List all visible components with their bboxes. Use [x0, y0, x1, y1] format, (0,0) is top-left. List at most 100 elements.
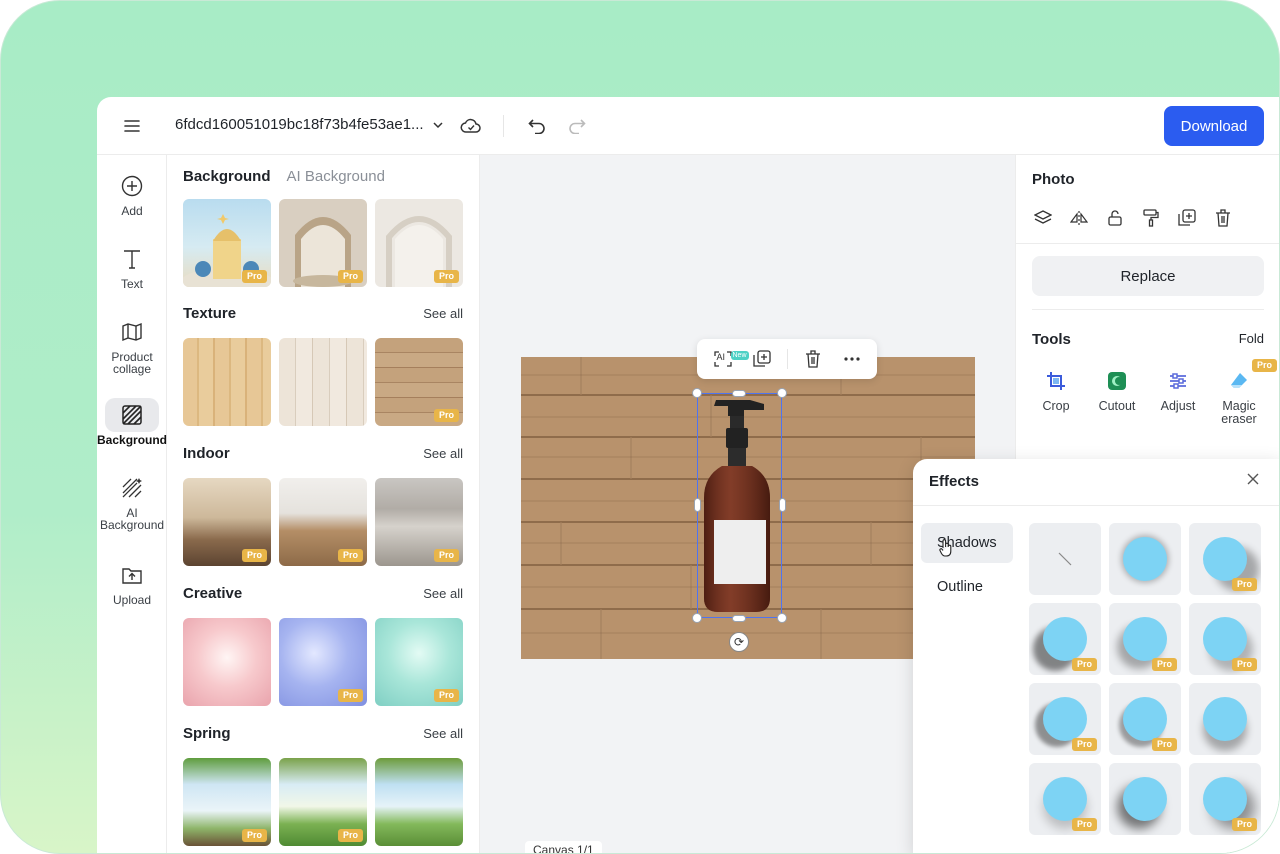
tab-shadows[interactable]: Shadows — [921, 523, 1013, 563]
close-icon[interactable] — [1245, 471, 1261, 487]
rail-item-upload[interactable]: Upload — [97, 558, 167, 606]
resize-handle[interactable] — [777, 388, 787, 398]
see-all-link[interactable]: See all — [423, 446, 463, 461]
adjust-icon — [1166, 369, 1190, 393]
section-title: Spring — [183, 725, 231, 742]
rotate-handle-icon[interactable]: ⟳ — [729, 632, 749, 652]
selection-box[interactable] — [697, 393, 782, 618]
duplicate-icon[interactable] — [1176, 207, 1198, 229]
canvas-page-indicator[interactable]: Canvas 1/1 — [525, 841, 602, 853]
resize-handle[interactable] — [692, 613, 702, 623]
pro-badge: Pro — [1231, 578, 1257, 591]
shadow-preset[interactable] — [1109, 523, 1181, 595]
toolbar-divider — [786, 349, 788, 369]
see-all-link[interactable]: See all — [423, 306, 463, 321]
see-all-link[interactable]: See all — [423, 586, 463, 601]
tab-label: Outline — [937, 579, 983, 595]
background-thumb[interactable]: Pro — [375, 199, 463, 287]
background-thumb[interactable] — [375, 758, 463, 846]
shadow-preset[interactable]: Pro — [1189, 523, 1261, 595]
shadow-preset[interactable]: Pro — [1109, 683, 1181, 755]
background-thumb[interactable]: Pro — [375, 478, 463, 566]
flip-icon[interactable] — [1068, 207, 1090, 229]
shadow-presets-grid: Pro Pro Pro Pro Pro Pro Pro Pro — [1029, 523, 1261, 835]
fold-link[interactable]: Fold — [1239, 331, 1264, 348]
background-thumb[interactable]: Pro — [375, 618, 463, 706]
see-all-link[interactable]: See all — [423, 726, 463, 741]
ai-tool-button[interactable]: AI New — [709, 345, 749, 373]
shadow-preset[interactable]: Pro — [1189, 603, 1261, 675]
shadow-preset[interactable]: Pro — [1029, 603, 1101, 675]
shadow-preset[interactable]: Pro — [1029, 683, 1101, 755]
resize-handle[interactable] — [777, 613, 787, 623]
replace-button[interactable]: Replace — [1032, 256, 1264, 296]
rail-item-label: Background — [97, 433, 168, 447]
shadow-preset[interactable] — [1109, 763, 1181, 835]
background-thumb[interactable]: Pro — [279, 618, 367, 706]
file-name-dropdown[interactable]: 6fdcd160051019bc18f73b4fe53ae1... — [175, 116, 444, 133]
duplicate-icon[interactable] — [748, 345, 776, 373]
layers-icon[interactable] — [1032, 207, 1054, 229]
file-name: 6fdcd160051019bc18f73b4fe53ae1... — [175, 116, 424, 133]
background-thumb[interactable] — [183, 338, 271, 426]
more-icon[interactable] — [838, 345, 866, 373]
background-thumb[interactable]: Pro — [183, 758, 271, 846]
section-header-creative: Creative See all — [183, 585, 463, 602]
rail-item-add[interactable]: Add — [97, 169, 167, 217]
pro-badge: Pro — [241, 270, 267, 283]
cloud-sync-icon[interactable] — [459, 114, 483, 138]
rail-item-text[interactable]: Text — [97, 242, 167, 290]
background-thumb[interactable]: Pro — [279, 199, 367, 287]
rail-item-label: Upload — [112, 593, 152, 607]
text-icon — [115, 242, 149, 276]
tool-crop[interactable]: Crop — [1026, 369, 1086, 413]
section-title: Creative — [183, 585, 243, 602]
background-thumb[interactable] — [279, 338, 367, 426]
rail-item-product-collage[interactable]: Product collage — [97, 315, 167, 375]
trash-icon[interactable] — [1212, 207, 1234, 229]
background-thumb[interactable]: Pro — [279, 758, 367, 846]
panel-tabs: Background AI Background — [183, 168, 385, 185]
top-bar: 6fdcd160051019bc18f73b4fe53ae1... Downlo… — [97, 97, 1279, 155]
shadow-preset[interactable]: Pro — [1189, 763, 1261, 835]
undo-icon[interactable] — [525, 114, 549, 138]
rail-item-label: Product collage — [111, 350, 153, 376]
pro-badge: Pro — [241, 549, 267, 562]
pro-badge: Pro — [433, 409, 459, 422]
resize-handle[interactable] — [732, 390, 746, 397]
tab-ai-background[interactable]: AI Background — [287, 168, 385, 185]
tool-label: Magic eraser — [1221, 399, 1257, 426]
background-thumb[interactable]: Pro — [375, 338, 463, 426]
background-thumb[interactable]: Pro — [183, 199, 271, 287]
resize-handle[interactable] — [732, 615, 746, 622]
shadow-preset-none[interactable] — [1029, 523, 1101, 595]
resize-handle[interactable] — [779, 498, 786, 512]
rail-item-ai-background[interactable]: AI Background — [97, 471, 167, 531]
trash-icon[interactable] — [799, 345, 827, 373]
tool-cutout[interactable]: Cutout — [1087, 369, 1147, 413]
rail-item-background[interactable]: Background — [97, 398, 167, 446]
pro-badge: Pro — [433, 270, 459, 283]
object-floating-toolbar: AI New — [697, 339, 877, 379]
background-thumb[interactable]: Pro — [279, 478, 367, 566]
background-thumb[interactable] — [183, 618, 271, 706]
tab-background[interactable]: Background — [183, 168, 271, 185]
pro-badge: Pro — [1071, 658, 1097, 671]
resize-handle[interactable] — [692, 388, 702, 398]
background-panel: Background AI Background Pro Pro Pro Tex… — [167, 155, 480, 853]
photo-actions — [1032, 207, 1234, 229]
background-thumb[interactable]: Pro — [183, 478, 271, 566]
redo-icon[interactable] — [565, 114, 589, 138]
paint-roller-icon[interactable] — [1140, 207, 1162, 229]
shadow-preset[interactable] — [1189, 683, 1261, 755]
shadow-preset[interactable]: Pro — [1029, 763, 1101, 835]
menu-icon[interactable] — [121, 115, 143, 137]
chevron-down-icon — [433, 121, 443, 128]
lock-icon[interactable] — [1104, 207, 1126, 229]
tab-outline[interactable]: Outline — [921, 567, 1013, 607]
resize-handle[interactable] — [694, 498, 701, 512]
tool-adjust[interactable]: Adjust — [1148, 369, 1208, 413]
shadow-preset[interactable]: Pro — [1109, 603, 1181, 675]
tool-magic-eraser[interactable]: Magic eraser Pro — [1209, 359, 1277, 426]
download-button[interactable]: Download — [1164, 106, 1264, 146]
